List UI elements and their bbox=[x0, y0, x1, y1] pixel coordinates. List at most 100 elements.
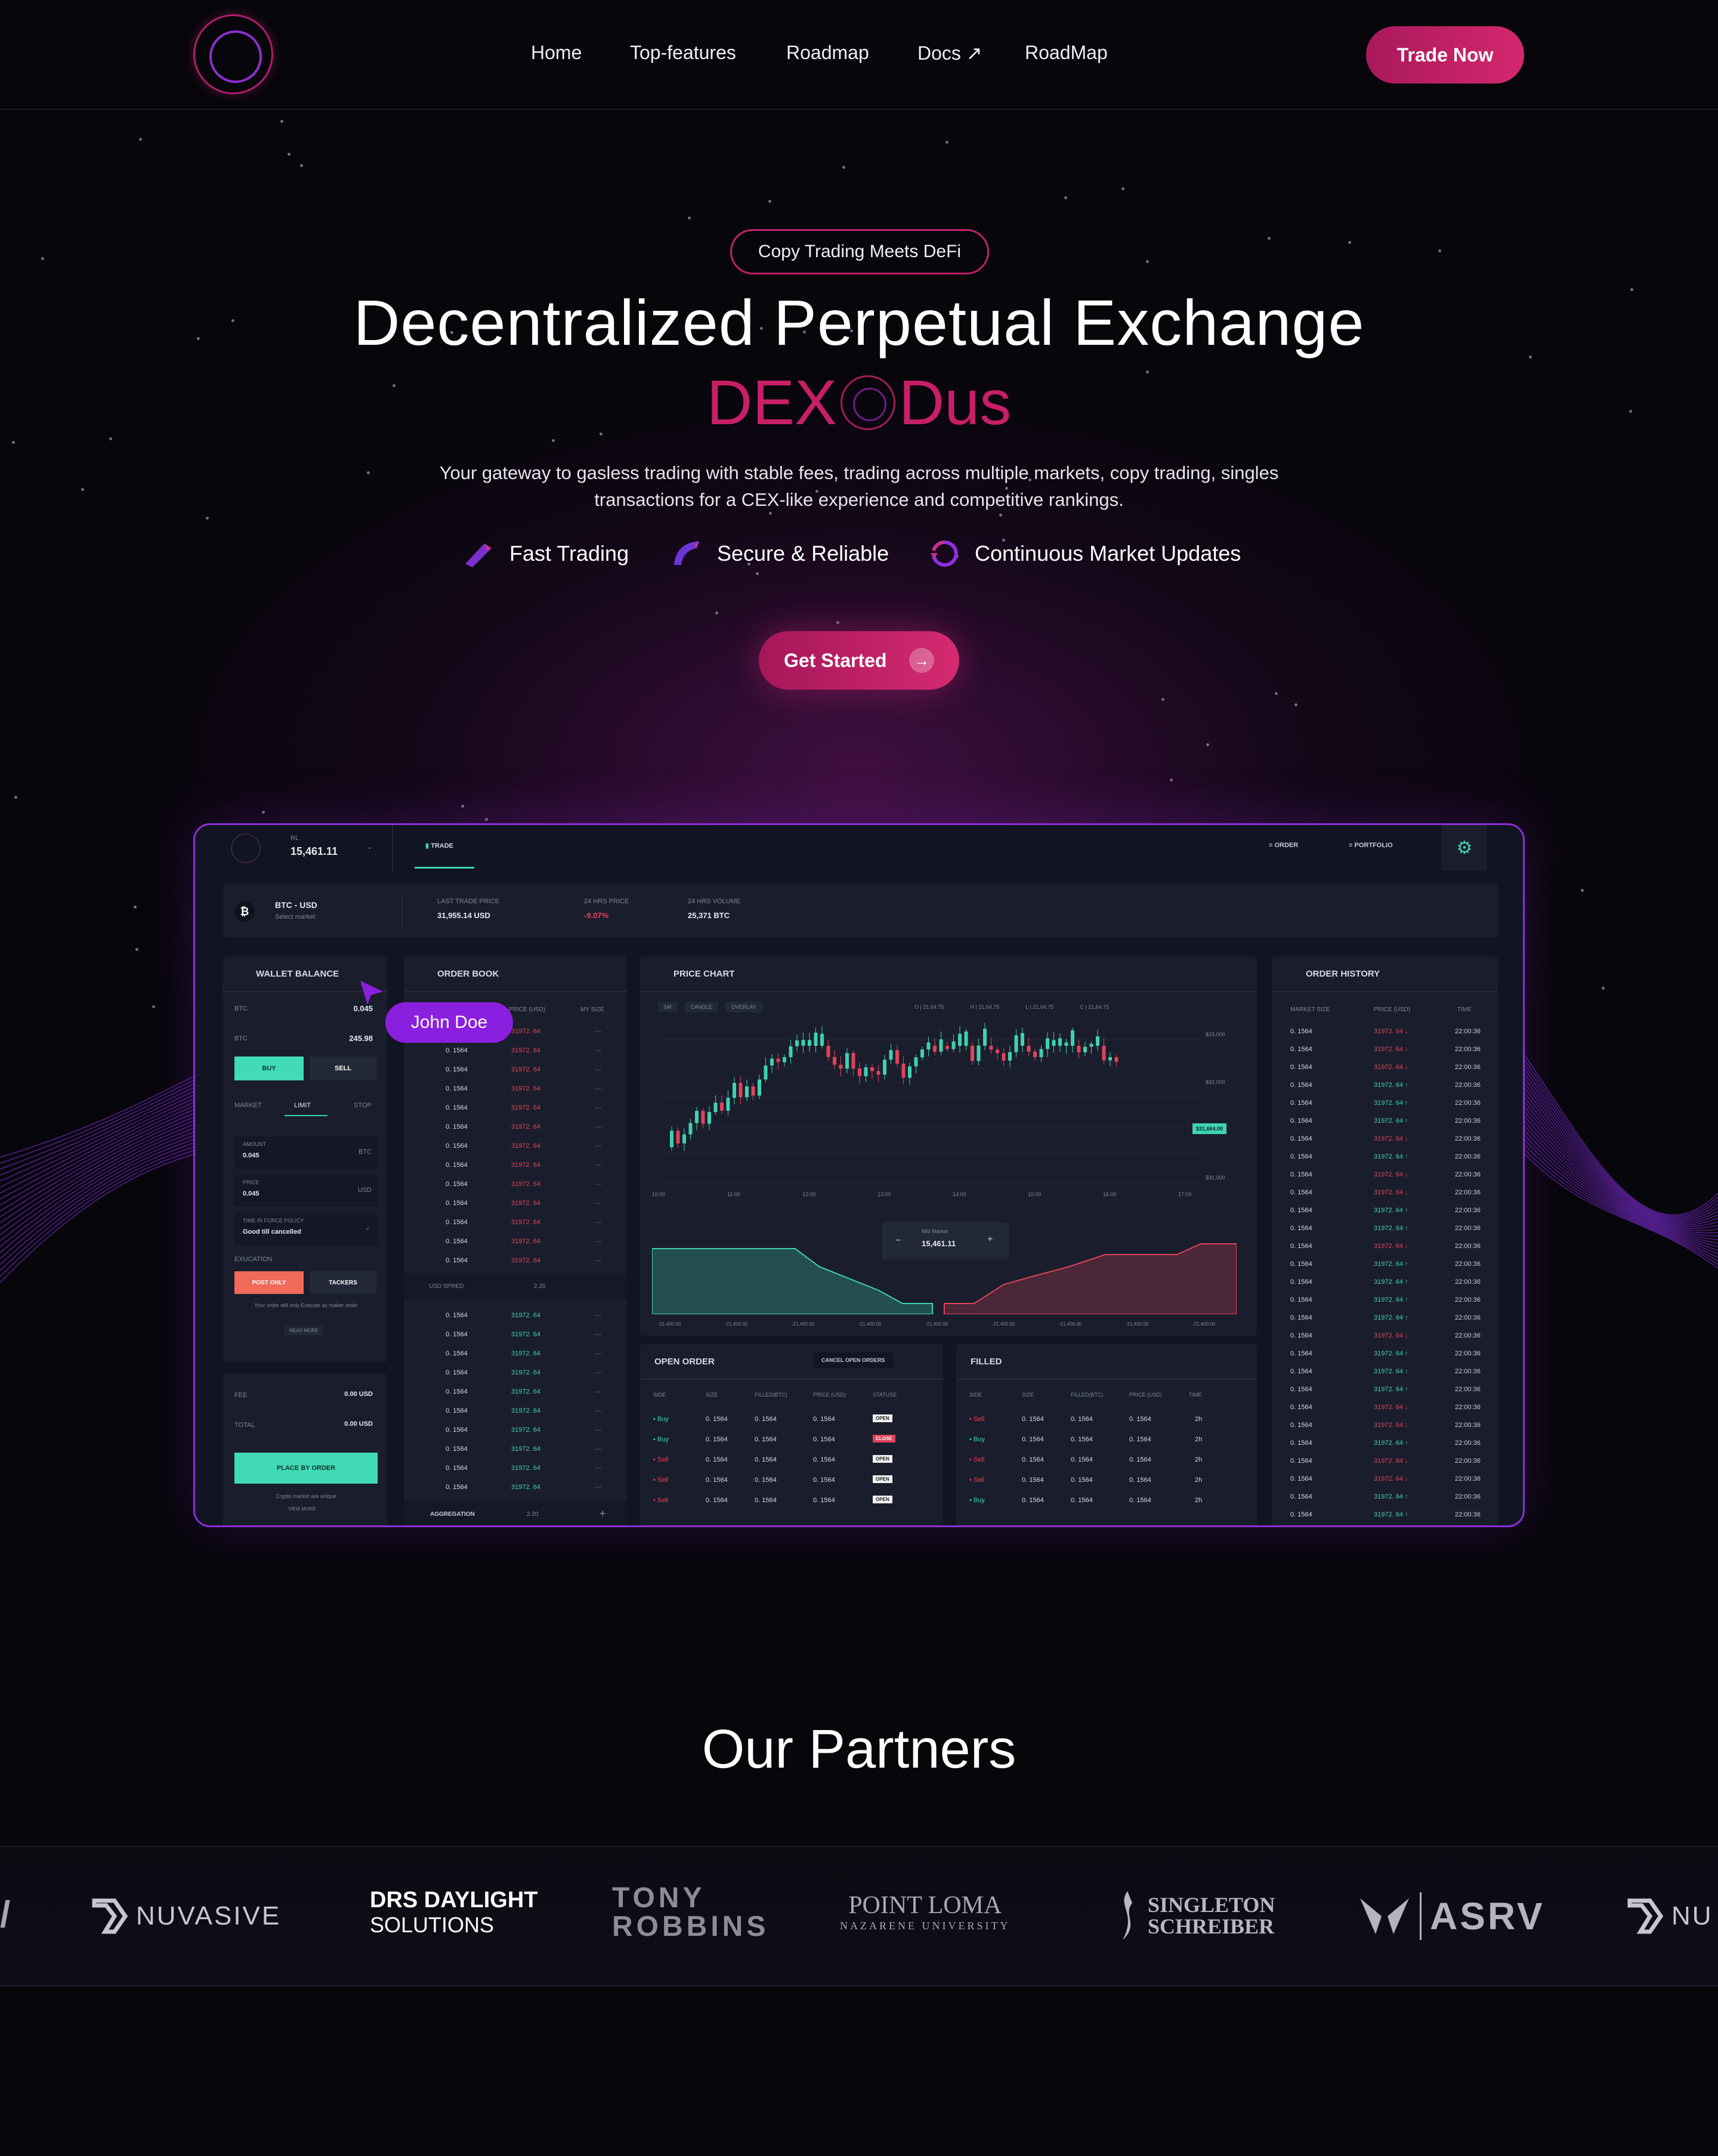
history-row: 0. 1564 31972. 64 ↑ 22:00:36 bbox=[1272, 1094, 1498, 1114]
get-started-button[interactable]: Get Started → bbox=[759, 631, 959, 690]
partner-logo-asrv[interactable]: ASRV bbox=[1358, 1892, 1545, 1940]
nav-roadmap-2[interactable]: RoadMap bbox=[1025, 42, 1108, 64]
mid-market-value: 15,461.11 bbox=[922, 1239, 956, 1248]
amount-input[interactable]: AMOUNT 0.045 BTC bbox=[234, 1136, 378, 1169]
post-only-button[interactable]: POST ONLY bbox=[234, 1271, 304, 1294]
history-time: 22:00:36 bbox=[1455, 1440, 1481, 1447]
candle bbox=[1052, 1040, 1056, 1046]
star-dot bbox=[715, 611, 718, 614]
filled-cell: 0. 1564 bbox=[1129, 1477, 1151, 1484]
partner-logo-nuvasive[interactable]: NUVASIVE bbox=[91, 1895, 281, 1938]
nav-roadmap[interactable]: Roadmap bbox=[786, 42, 869, 64]
timeframe-select[interactable]: 5M bbox=[658, 1002, 678, 1012]
logo-icon[interactable] bbox=[193, 14, 273, 94]
order-status: OPEN bbox=[873, 1414, 892, 1422]
history-time: 22:00:36 bbox=[1455, 1350, 1481, 1357]
app-logo-icon bbox=[231, 833, 261, 863]
order-size: 0. 1564 bbox=[446, 1350, 468, 1357]
partner-logo-tony-robbins[interactable]: TONY ROBBINS bbox=[612, 1884, 769, 1941]
filled-time: 2h bbox=[1195, 1497, 1203, 1504]
pair-select[interactable]: Select market bbox=[275, 913, 315, 921]
chart-type-select[interactable]: CANDLE bbox=[684, 1002, 719, 1012]
candle bbox=[783, 1057, 786, 1062]
trade-now-button[interactable]: Trade Now bbox=[1366, 26, 1524, 84]
place-order-button[interactable]: PLACE BY ORDER bbox=[234, 1453, 378, 1484]
cursor-icon bbox=[360, 981, 383, 1005]
order-status: CLOSE bbox=[873, 1435, 895, 1443]
spread-label: USD SPRED bbox=[429, 1283, 464, 1290]
plus-icon[interactable]: + bbox=[600, 1508, 606, 1520]
order-price: 31972. 64 bbox=[511, 1369, 540, 1376]
tab-market[interactable]: MARKET bbox=[234, 1102, 262, 1109]
chevron-down-icon[interactable]: ⌄ bbox=[367, 843, 372, 851]
plus-icon[interactable]: + bbox=[987, 1234, 993, 1245]
partner-logo-singleton-schreiber[interactable]: SINGLETON SCHREIBER bbox=[1111, 1889, 1275, 1942]
star-dot bbox=[300, 164, 303, 167]
tackers-button[interactable]: TACKERS bbox=[310, 1271, 376, 1294]
order-cell: 0. 1564 bbox=[706, 1436, 728, 1443]
order-book-asks: 0. 156431972. 64—0. 156431972. 64— 0. 156… bbox=[404, 1022, 627, 1283]
partner-logo-nuvasive-repeat[interactable]: NU bbox=[1626, 1895, 1713, 1938]
star-dot bbox=[461, 805, 464, 808]
star-dot bbox=[768, 200, 771, 203]
order-my-size: — bbox=[595, 1257, 601, 1264]
candle bbox=[1114, 1057, 1118, 1062]
feature-secure: Secure & Reliable bbox=[670, 537, 889, 570]
view-more-link[interactable]: VIEW MORE bbox=[288, 1506, 316, 1512]
history-price: 31972. 64 ↑ bbox=[1374, 1386, 1408, 1393]
read-more-button[interactable]: READ MORE bbox=[285, 1326, 323, 1335]
tab-limit[interactable]: LIMIT bbox=[294, 1102, 311, 1109]
column-header: SIZE bbox=[706, 1392, 718, 1398]
candle bbox=[1008, 1052, 1012, 1061]
nav-docs[interactable]: Docs ↗ bbox=[917, 42, 982, 64]
history-time: 22:00:36 bbox=[1455, 1332, 1481, 1339]
history-size: 0. 1564 bbox=[1290, 1278, 1312, 1286]
nav-home[interactable]: Home bbox=[531, 42, 582, 64]
order-size: 0. 1564 bbox=[446, 1369, 468, 1376]
history-time: 22:00:36 bbox=[1455, 1225, 1481, 1232]
wave-line bbox=[1521, 1111, 1718, 1240]
brand-wordmark: DEX Dus bbox=[0, 364, 1718, 441]
tab-stop[interactable]: STOP bbox=[354, 1102, 372, 1109]
time-tick: 11:00 bbox=[727, 1191, 740, 1197]
nuvasive-mark-icon bbox=[92, 1898, 128, 1934]
history-price: 31972. 64 ↓ bbox=[1374, 1189, 1408, 1196]
btc-balance-2: 245.98 bbox=[349, 1034, 373, 1043]
tab-trade[interactable]: ▮ TRADE bbox=[425, 842, 453, 850]
order-cell: 0. 1564 bbox=[755, 1477, 777, 1484]
history-time: 22:00:36 bbox=[1455, 1404, 1481, 1411]
history-price: 31972. 64 ↓ bbox=[1374, 1422, 1408, 1429]
tab-portfolio[interactable]: ≡ PORTFOLIO bbox=[1349, 842, 1393, 849]
order-size: 0. 1564 bbox=[446, 1104, 468, 1111]
partner-logo-point-loma[interactable]: POINT LOMA NAZARENE UNIVERSITY bbox=[840, 1891, 1010, 1932]
star-dot bbox=[999, 514, 1002, 517]
order-size: 0. 1564 bbox=[446, 1445, 468, 1453]
order-book-row: 0. 1564 31972. 64 — bbox=[404, 1213, 627, 1233]
history-price: 31972. 64 ↑ bbox=[1374, 1153, 1408, 1160]
time-in-force-select[interactable]: TIME IN FORCE POLICY Good till cancelled… bbox=[234, 1213, 378, 1245]
overlay-select[interactable]: OVERLAY bbox=[725, 1002, 762, 1012]
minus-icon[interactable]: − bbox=[895, 1235, 901, 1246]
partner-logo-drs-daylight[interactable]: DRS DAYLIGHT SOLUTIONS bbox=[370, 1888, 538, 1938]
history-row: 0. 1564 31972. 64 ↓ 22:00:36 bbox=[1272, 1129, 1498, 1150]
buy-button[interactable]: BUY bbox=[234, 1057, 304, 1080]
order-price: 31972. 64 bbox=[511, 1350, 540, 1357]
cancel-open-orders-button[interactable]: CANCEL OPEN ORDERS bbox=[813, 1352, 894, 1368]
history-row: 0. 1564 31972. 64 ↑ 22:00:36 bbox=[1272, 1362, 1498, 1382]
price-input[interactable]: PRICE 0.045 USD bbox=[234, 1175, 378, 1207]
candle bbox=[713, 1102, 718, 1113]
nav-top-features[interactable]: Top-features bbox=[630, 42, 736, 64]
order-my-size: — bbox=[595, 1066, 601, 1073]
history-row: 0. 1564 31972. 64 ↓ 22:00:36 bbox=[1272, 1416, 1498, 1436]
candle bbox=[883, 1060, 886, 1075]
tab-order[interactable]: ≡ ORDER bbox=[1269, 842, 1298, 849]
star-dot bbox=[1294, 703, 1297, 706]
depth-tick: -21,400.00 bbox=[658, 1321, 681, 1327]
gear-icon[interactable]: ⚙ bbox=[1442, 825, 1487, 870]
candle bbox=[789, 1046, 793, 1058]
order-book-row: 0. 1564 31972. 64 — bbox=[404, 1440, 627, 1460]
sell-button[interactable]: SELL bbox=[310, 1057, 376, 1080]
order-book-row: 0. 1564 31972. 64 — bbox=[404, 1232, 627, 1252]
order-book-row: 0. 1564 31972. 64 — bbox=[404, 1401, 627, 1422]
pair-name[interactable]: BTC - USD bbox=[275, 900, 317, 910]
